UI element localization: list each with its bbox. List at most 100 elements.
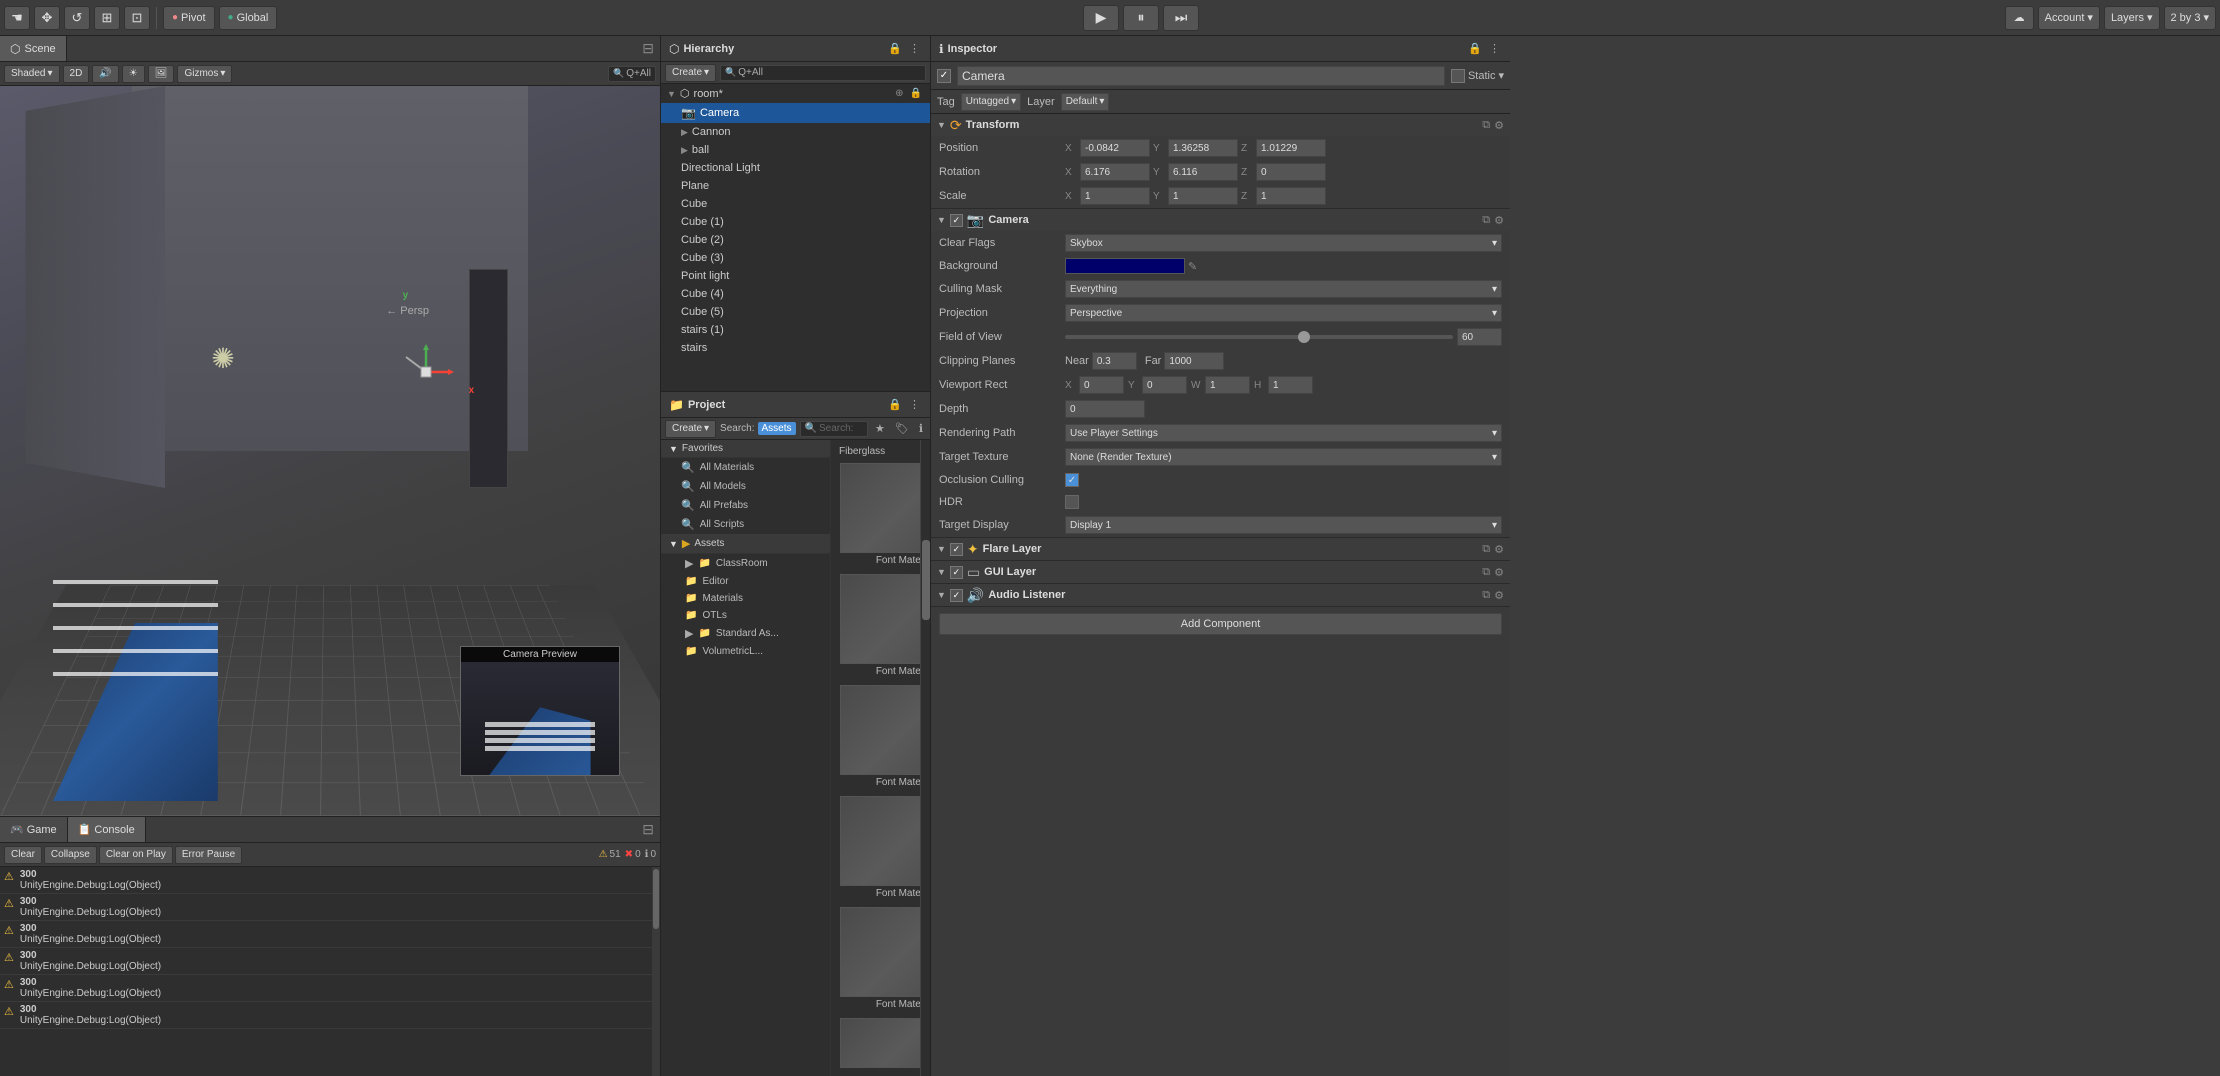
far-input[interactable] <box>1164 352 1224 370</box>
occlusion-checkbox[interactable]: ✓ <box>1065 473 1079 487</box>
scale-x-input[interactable] <box>1080 187 1150 205</box>
2d-btn[interactable]: 2D <box>63 65 90 83</box>
image-btn[interactable]: 🖼 <box>148 65 175 83</box>
vp-h-input[interactable] <box>1268 376 1313 394</box>
transform-copy-icon[interactable]: ⧉ <box>1482 119 1490 132</box>
flare-copy-icon[interactable]: ⧉ <box>1482 543 1490 556</box>
tab-scene[interactable]: ⬡ Scene <box>0 36 67 61</box>
account-dropdown[interactable]: Account ▾ <box>2038 6 2100 30</box>
hierarchy-item-stairs1[interactable]: stairs (1) <box>661 321 930 339</box>
fov-slider-thumb[interactable] <box>1298 331 1310 343</box>
audio-listener-header[interactable]: ▼ ✓ 🔊 Audio Listener ⧉ ⚙ <box>931 584 1510 606</box>
static-dropdown-arrow[interactable]: ▾ <box>1498 69 1504 82</box>
rotate-tool-btn[interactable]: ↺ <box>64 6 90 30</box>
target-texture-dropdown[interactable]: None (Render Texture) ▾ <box>1065 448 1502 466</box>
assets-standard-folder[interactable]: ▶ 📁 Standard As... <box>661 624 830 643</box>
scale-y-input[interactable] <box>1168 187 1238 205</box>
flare-checkbox[interactable]: ✓ <box>950 543 963 556</box>
fav-item-models[interactable]: 🔍 All Models <box>661 477 830 496</box>
hierarchy-scene-root[interactable]: ▼ ⬡ room* ⊕ 🔒 <box>661 84 930 103</box>
project-bookmark-btn[interactable]: ★ <box>872 422 888 435</box>
hierarchy-item-plane[interactable]: Plane <box>661 177 930 195</box>
console-entry-0[interactable]: ⚠ 300 UnityEngine.Debug:Log(Object) <box>0 867 660 894</box>
hierarchy-item-stairs[interactable]: stairs <box>661 339 930 357</box>
hierarchy-item-pointlight[interactable]: Point light <box>661 267 930 285</box>
target-display-dropdown[interactable]: Display 1 ▾ <box>1065 516 1502 534</box>
error-pause-btn[interactable]: Error Pause <box>175 846 242 864</box>
rect-tool-btn[interactable]: ⊡ <box>124 6 150 30</box>
project-search-input[interactable]: 🔍 Search: <box>800 421 868 437</box>
scale-z-input[interactable] <box>1256 187 1326 205</box>
hierarchy-create-btn[interactable]: Create ▾ <box>665 64 716 82</box>
gui-checkbox[interactable]: ✓ <box>950 566 963 579</box>
bottom-collapse-btn[interactable]: ⊟ <box>636 821 660 838</box>
pos-x-input[interactable] <box>1080 139 1150 157</box>
object-active-checkbox[interactable]: ✓ <box>937 69 951 83</box>
assets-volumetric-folder[interactable]: 📁 VolumetricL... <box>661 643 830 660</box>
shading-mode-btn[interactable]: Shaded ▾ <box>4 65 60 83</box>
camera-copy-icon[interactable]: ⧉ <box>1482 214 1490 227</box>
move-tool-btn[interactable]: ✥ <box>34 6 60 30</box>
rendering-path-dropdown[interactable]: Use Player Settings ▾ <box>1065 424 1502 442</box>
cloud-button[interactable]: ☁ <box>2005 6 2034 30</box>
hierarchy-item-dirlight[interactable]: Directional Light <box>661 159 930 177</box>
layers-dropdown[interactable]: Layers ▾ <box>2104 6 2160 30</box>
pos-y-input[interactable] <box>1168 139 1238 157</box>
assets-otls-folder[interactable]: 📁 OTLs <box>661 607 830 624</box>
hand-tool-btn[interactable]: ☚ <box>4 6 30 30</box>
asset-item-5[interactable] <box>835 1014 920 1072</box>
project-lock-btn[interactable]: 🔒 <box>886 398 904 411</box>
console-entry-2[interactable]: ⚠ 300 UnityEngine.Debug:Log(Object) <box>0 921 660 948</box>
gui-copy-icon[interactable]: ⧉ <box>1482 566 1490 579</box>
hierarchy-item-cube3[interactable]: Cube (3) <box>661 249 930 267</box>
gui-layer-header[interactable]: ▼ ✓ ▭ GUI Layer ⧉ ⚙ <box>931 561 1510 583</box>
asset-scrollbar[interactable] <box>920 440 930 1076</box>
vp-w-input[interactable] <box>1205 376 1250 394</box>
fov-slider[interactable] <box>1065 335 1453 339</box>
tab-game[interactable]: 🎮 Game <box>0 817 68 842</box>
hierarchy-lock-btn[interactable]: 🔒 <box>886 42 904 55</box>
hierarchy-item-camera[interactable]: 📷 Camera <box>661 103 930 123</box>
hierarchy-menu-btn[interactable]: ⋮ <box>907 42 922 55</box>
hierarchy-item-cannon[interactable]: ▶ Cannon <box>661 123 930 141</box>
asset-item-0[interactable]: Font Material <box>835 459 920 570</box>
pivot-btn[interactable]: ● Pivot <box>163 6 215 30</box>
transform-settings-icon[interactable]: ⚙ <box>1494 119 1504 132</box>
culling-mask-dropdown[interactable]: Everything ▾ <box>1065 280 1502 298</box>
inspector-menu-btn[interactable]: ⋮ <box>1487 42 1502 55</box>
audio-checkbox[interactable]: ✓ <box>950 589 963 602</box>
flare-layer-header[interactable]: ▼ ✓ ✦ Flare Layer ⧉ ⚙ <box>931 538 1510 560</box>
console-scrollbar[interactable] <box>652 867 660 1076</box>
clear-flags-dropdown[interactable]: Skybox ▾ <box>1065 234 1502 252</box>
hierarchy-item-cube1[interactable]: Cube (1) <box>661 213 930 231</box>
add-component-btn[interactable]: Add Component <box>939 613 1502 635</box>
hierarchy-item-ball[interactable]: ▶ ball <box>661 141 930 159</box>
transform-section-header[interactable]: ▼ ⟳ Transform ⧉ ⚙ <box>931 114 1510 136</box>
scene-canvas[interactable]: ✺ ← Persp y x <box>0 86 660 816</box>
scene-search-input[interactable]: 🔍 Q+All <box>608 66 656 82</box>
hierarchy-item-cube5[interactable]: Cube (5) <box>661 303 930 321</box>
gizmos-btn[interactable]: Gizmos ▾ <box>177 65 232 83</box>
clear-on-play-btn[interactable]: Clear on Play <box>99 846 173 864</box>
collapse-btn[interactable]: Collapse <box>44 846 97 864</box>
rot-x-input[interactable] <box>1080 163 1150 181</box>
assets-editor-folder[interactable]: 📁 Editor <box>661 573 830 590</box>
hierarchy-item-cube[interactable]: Cube <box>661 195 930 213</box>
inspector-lock-btn[interactable]: 🔒 <box>1466 42 1484 55</box>
asset-item-4[interactable]: Font Material <box>835 903 920 1014</box>
depth-input[interactable] <box>1065 400 1145 418</box>
global-btn[interactable]: ● Global <box>219 6 278 30</box>
assets-filter-btn[interactable]: Assets <box>758 422 796 435</box>
scale-tool-btn[interactable]: ⊞ <box>94 6 120 30</box>
layout-dropdown[interactable]: 2 by 3 ▾ <box>2164 6 2217 30</box>
tab-console[interactable]: 📋 Console <box>68 817 146 842</box>
effects-btn[interactable]: ☀ <box>122 65 145 83</box>
project-menu-btn[interactable]: ⋮ <box>907 398 922 411</box>
object-name-input[interactable] <box>957 66 1445 86</box>
scene-collapse-btn[interactable]: ⊟ <box>636 40 660 57</box>
tag-dropdown[interactable]: Untagged ▾ <box>961 93 1021 111</box>
asset-item-3[interactable]: Font Material <box>835 792 920 903</box>
fav-item-prefabs[interactable]: 🔍 All Prefabs <box>661 496 830 515</box>
console-entry-5[interactable]: ⚠ 300 UnityEngine.Debug:Log(Object) <box>0 1002 660 1029</box>
near-input[interactable] <box>1092 352 1137 370</box>
